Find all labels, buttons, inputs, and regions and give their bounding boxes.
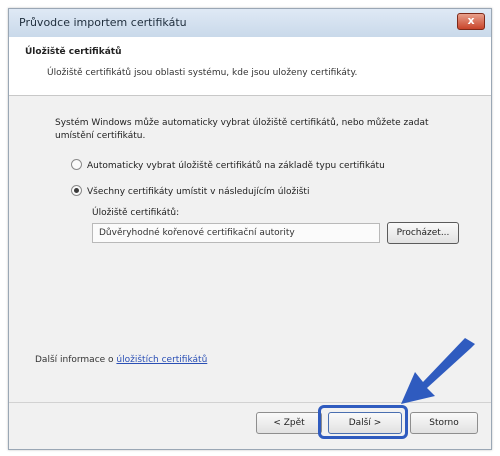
pointer-arrow-icon	[401, 338, 475, 404]
close-button[interactable]: x	[457, 13, 485, 30]
page-description: Úložiště certifikátů jsou oblasti systém…	[47, 68, 358, 78]
back-button[interactable]: < Zpět	[256, 412, 322, 434]
radio-auto-indicator[interactable]	[71, 159, 82, 170]
more-info-link[interactable]: úložištích certifikátů	[116, 355, 207, 365]
intro-text: Systém Windows může automaticky vybrat ú…	[55, 118, 429, 141]
radio-auto-select[interactable]: Automaticky vybrat úložiště certifikátů …	[71, 159, 385, 171]
browse-button[interactable]: Procházet...	[387, 222, 459, 244]
page-title: Úložiště certifikátů	[25, 47, 122, 57]
certificate-store-label: Úložiště certifikátů:	[92, 208, 180, 218]
radio-manual-indicator[interactable]	[71, 185, 82, 196]
title-bar: Průvodce importem certifikátu x	[9, 9, 491, 38]
next-button-highlight	[318, 405, 408, 439]
more-info-text: Další informace o úložištích certifikátů	[35, 355, 207, 365]
radio-manual-label: Všechny certifikáty umístit v následujíc…	[87, 187, 310, 197]
window-title: Průvodce importem certifikátu	[19, 16, 187, 29]
radio-manual-select[interactable]: Všechny certifikáty umístit v následujíc…	[71, 185, 310, 197]
wizard-header: Úložiště certifikátů Úložiště certifikát…	[9, 37, 491, 96]
radio-auto-label: Automaticky vybrat úložiště certifikátů …	[87, 161, 385, 171]
close-icon: x	[467, 14, 475, 27]
more-info-prefix: Další informace o	[35, 355, 117, 365]
cancel-button[interactable]: Storno	[410, 412, 478, 434]
certificate-store-field: Důvěryhodné kořenové certifikační autori…	[92, 223, 380, 243]
